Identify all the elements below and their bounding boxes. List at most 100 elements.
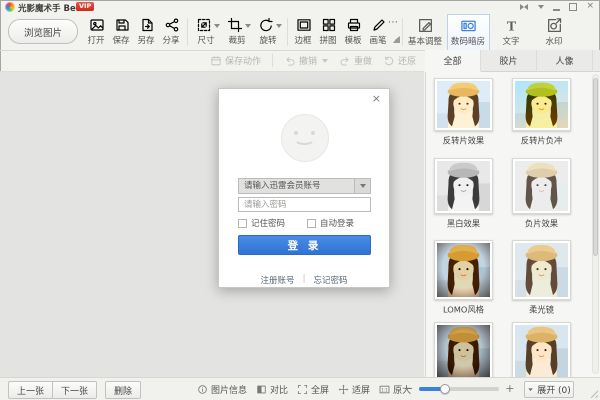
scrollbar-track[interactable] <box>592 74 599 374</box>
account-combobox[interactable]: 请输入迅雷会员账号 <box>238 178 371 194</box>
tab-label: 水印 <box>545 37 564 47</box>
effect-thumb-lomo[interactable] <box>434 240 493 300</box>
forgot-password-link[interactable]: 忘记密码 <box>313 274 347 286</box>
sidebar-tab-filler <box>593 50 600 72</box>
menu-caret-icon[interactable] <box>538 2 545 12</box>
toolbar-button-save-as[interactable]: 另存 <box>134 15 159 49</box>
auto-login-checkbox[interactable] <box>307 218 317 228</box>
toolbar-button-save[interactable]: 保存 <box>109 15 134 49</box>
effect-thumb-reversal[interactable] <box>434 78 493 131</box>
toolbar-overflow-button[interactable]: ⋯ <box>386 17 400 43</box>
record-action-icon <box>210 55 222 67</box>
zoom-controls: − + <box>404 378 514 400</box>
toolbar-button-label: 另存 <box>137 36 156 46</box>
minimize-icon[interactable] <box>553 2 561 11</box>
toolbar-button-open[interactable]: 打开 <box>84 15 109 49</box>
toolbar-button-label: 旋转 <box>259 36 278 46</box>
image-info-button[interactable]: 图片信息 <box>197 383 247 396</box>
toolbar-separator <box>287 18 288 46</box>
fullscreen-button[interactable]: 全屏 <box>297 383 329 396</box>
effects-panel: 反转片效果 反转片负冲 黑白效果 负片效果 LOMO风格 柔光镜 <box>425 72 600 377</box>
view-controls: 图片信息 对比 全屏 适屏 1:1 原大 <box>197 378 411 400</box>
dropdown-caret-icon[interactable] <box>245 24 251 31</box>
skin-icon[interactable] <box>519 3 529 11</box>
text-icon: T <box>503 17 520 34</box>
prev-button[interactable]: 上一张 <box>8 381 54 399</box>
remember-password-label: 记住密码 <box>251 219 286 229</box>
remember-password-checkbox[interactable] <box>238 218 247 228</box>
action-button-redo[interactable]: 重做 <box>339 54 372 67</box>
toolbar-button-border[interactable]: 边框 <box>291 15 316 49</box>
compare-button[interactable]: 对比 <box>256 383 288 396</box>
effect-label: 反转片负冲 <box>520 137 563 147</box>
effect-thumb-bw[interactable] <box>434 158 493 214</box>
action-bar: 保存动作 撤销 重做 还原 <box>0 50 424 72</box>
toolbar-button-label: 裁剪 <box>228 36 247 46</box>
effect-preview <box>515 243 568 297</box>
dialog-links: 注册账号 | 忘记密码 <box>219 274 389 286</box>
account-dropdown-button[interactable] <box>354 179 370 193</box>
login-button[interactable]: 登 录 <box>238 235 371 255</box>
action-label: 还原 <box>397 57 416 67</box>
toolbar-button-crop[interactable]: 裁剪 <box>222 15 253 49</box>
tab-text[interactable]: T 文字 <box>490 14 533 50</box>
sidebar-tab-all[interactable]: 全部 <box>425 50 481 72</box>
next-button[interactable]: 下一张 <box>52 381 98 399</box>
watermark-icon <box>546 17 563 34</box>
effect-preview <box>437 325 490 377</box>
image-info-label: 图片信息 <box>211 385 248 396</box>
compare-icon <box>256 384 267 395</box>
vip-badge: VIP <box>76 2 95 11</box>
toolbar-button-rotate[interactable]: 旋转 <box>253 15 284 49</box>
expand-button[interactable]: 展开 (0) <box>524 381 574 398</box>
sidebar-tab-film[interactable]: 胶片 <box>481 50 537 72</box>
resize-grip[interactable] <box>590 390 598 398</box>
close-icon[interactable]: × <box>586 2 594 11</box>
zoom-in-button[interactable]: + <box>505 383 514 394</box>
template-icon <box>346 17 362 33</box>
toolbar-button-collage[interactable]: 拼图 <box>316 15 341 49</box>
toolbar-separator <box>187 18 188 46</box>
zoom-out-button[interactable]: − <box>404 383 413 394</box>
dialog-close-icon[interactable]: × <box>372 93 381 105</box>
original-size-icon: 1:1 <box>379 384 390 395</box>
effect-preview <box>515 325 568 377</box>
dropdown-caret-icon[interactable] <box>214 24 220 31</box>
toolbar-button-share[interactable]: 分享 <box>159 15 184 49</box>
tab-label: 文字 <box>502 37 521 47</box>
fit-screen-button[interactable]: 适屏 <box>338 383 370 396</box>
toolbar-button-template[interactable]: 模板 <box>341 15 366 49</box>
sidebar-tab-portrait[interactable]: 人像 <box>537 50 593 72</box>
browse-images-button[interactable]: 浏览图片 <box>8 19 78 44</box>
dropdown-caret-icon[interactable] <box>276 24 282 31</box>
action-label: 保存动作 <box>224 57 261 67</box>
effect-thumb-effect-7[interactable] <box>434 322 493 377</box>
delete-button[interactable]: 删除 <box>105 381 142 399</box>
actionbar-separator <box>271 54 273 67</box>
effect-thumb-effect-8[interactable] <box>512 322 571 377</box>
effect-thumb-crossprocess[interactable] <box>512 78 571 131</box>
caret-down-icon <box>527 386 534 393</box>
toolbar-button-resize[interactable]: 尺寸 <box>191 15 222 49</box>
scrollbar-thumb[interactable] <box>593 78 598 256</box>
zoom-slider-handle[interactable] <box>439 384 450 394</box>
password-input[interactable] <box>238 197 371 212</box>
overflow-dots-icon: ⋯ <box>388 17 398 28</box>
app-logo-icon <box>5 2 15 12</box>
zoom-slider[interactable] <box>419 384 500 394</box>
action-button-undo[interactable]: 撤销 <box>284 54 328 67</box>
register-link[interactable]: 注册账号 <box>261 274 295 286</box>
effect-thumb-negative[interactable] <box>512 158 571 214</box>
crop-icon <box>227 17 243 33</box>
tab-basic-adjust[interactable]: 基本调整 <box>404 14 447 50</box>
action-button-save-action[interactable]: 保存动作 <box>210 54 261 67</box>
toolbar-button-label: 保存 <box>112 36 131 46</box>
effect-thumb-soft[interactable] <box>512 240 571 300</box>
toolbar-button-label: 模板 <box>344 36 363 46</box>
maximize-icon[interactable] <box>569 2 578 11</box>
caret-down-icon <box>359 184 366 191</box>
dropdown-caret-icon[interactable] <box>321 58 328 66</box>
action-button-restore[interactable]: 还原 <box>383 54 416 67</box>
tab-watermark[interactable]: 水印 <box>533 14 576 50</box>
tab-digital-darkroom[interactable]: 数码暗房 <box>447 14 490 50</box>
